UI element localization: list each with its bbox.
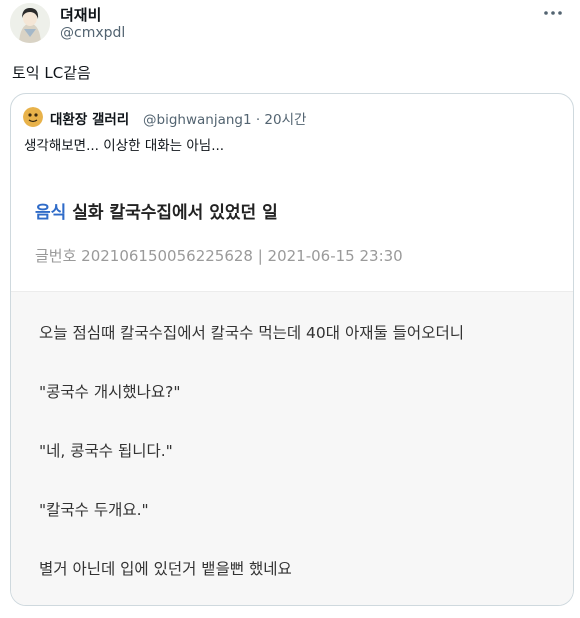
quoted-display-name: 대환장 갤러리	[50, 112, 130, 128]
post-line: 오늘 점심때 칼국수집에서 칼국수 먹는데 40대 아재둘 들어오더니	[39, 324, 464, 342]
post-category: 음식	[35, 203, 67, 223]
more-button[interactable]	[540, 2, 566, 24]
post-line: 별거 아닌데 입에 있던거 뱉을뻔 했네요	[39, 560, 292, 578]
quoted-avatar	[23, 107, 43, 127]
quoted-text: 생각해보면... 이상한 대화는 아님...	[24, 138, 225, 154]
tweet-text: 토익 LC같음	[12, 64, 91, 82]
post-title: 음식 실화 칼국수집에서 있었던 일	[35, 198, 278, 223]
user-handle[interactable]: @cmxpdl	[60, 25, 125, 41]
quoted-tweet[interactable]: 대환장 갤러리 @bighwanjang1 · 20시간 생각해보면... 이상…	[10, 93, 574, 606]
avatar[interactable]	[10, 3, 50, 43]
post-line: "네, 콩국수 됩니다."	[39, 442, 173, 460]
display-name[interactable]: 뎌재비	[60, 4, 101, 25]
post-body: 오늘 점심때 칼국수집에서 칼국수 먹는데 40대 아재둘 들어오더니 "콩국수…	[11, 291, 573, 605]
post-title-text: 실화 칼국수집에서 있었던 일	[72, 203, 278, 223]
post-line: "콩국수 개시했나요?"	[39, 383, 181, 401]
more-horizontal-icon	[544, 11, 562, 15]
post-line: "칼국수 두개요."	[39, 501, 149, 519]
quoted-handle-time: @bighwanjang1 · 20시간	[143, 112, 307, 128]
post-meta: 글번호 20210615005622​5628 | 2021-06-15 23:…	[35, 247, 403, 265]
